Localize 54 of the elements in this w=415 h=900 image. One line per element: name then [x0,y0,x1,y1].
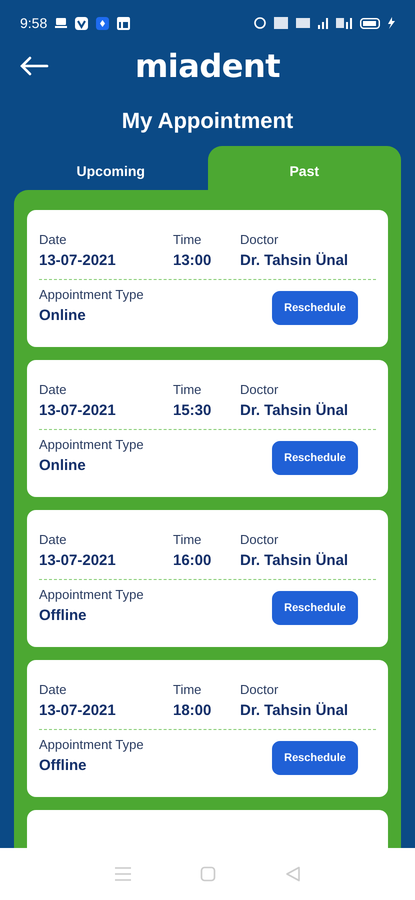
charging-icon [388,17,395,29]
appointment-type: Online [39,307,87,324]
time-value: 16:00 [173,552,212,569]
laptop-icon [55,18,68,28]
field-label: Time [173,232,202,247]
date-value: 13-07-2021 [39,252,117,269]
battery-icon [360,18,380,28]
time-value: 15:30 [173,402,212,419]
field-label: Doctor [240,382,280,397]
back-triangle-icon[interactable] [284,866,301,882]
time-value: 18:00 [173,702,212,719]
field-label: Time [173,382,202,397]
app-notification-icon [75,16,88,30]
field-label: Appointment Type [39,737,145,752]
date-value: 13-07-2021 [39,552,117,569]
field-label: Appointment Type [39,437,145,452]
reschedule-button[interactable]: Reschedule [272,741,358,775]
doctor-name: Dr. Tahsin Ünal [240,702,348,719]
status-time: 9:58 [20,15,48,31]
back-arrow-icon[interactable] [19,56,49,76]
doctor-name: Dr. Tahsin Ünal [240,402,348,419]
appointment-type: Offline [39,607,88,624]
field-label: Doctor [240,532,280,547]
signal-icon [336,18,352,28]
page-title: My Appointment [120,108,294,134]
field-label: Doctor [240,232,280,247]
appointment-type: Online [39,457,87,474]
date-value: 13-07-2021 [39,402,117,419]
appointment-type: Offline [39,757,88,774]
app-notification-icon [117,16,130,30]
field-label: Appointment Type [39,587,145,602]
menu-icon[interactable] [114,866,132,882]
field-label: Date [39,682,68,697]
date-value: 13-07-2021 [39,702,117,719]
reschedule-button[interactable]: Reschedule [272,441,358,475]
home-square-icon[interactable] [200,866,216,882]
field-label: Date [39,382,68,397]
alarm-icon [254,17,266,29]
app-logo: miadent [134,47,280,85]
field-label: Appointment Type [39,287,145,302]
field-label: Time [173,682,202,697]
signal-icon [318,18,328,28]
field-label: Date [39,232,68,247]
time-value: 13:00 [173,252,212,269]
tab[interactable]: Past [208,146,401,190]
doctor-name: Dr. Tahsin Ünal [240,252,348,269]
tab[interactable]: Upcoming [14,146,208,190]
field-label: Doctor [240,682,280,697]
doctor-name: Dr. Tahsin Ünal [240,552,348,569]
reschedule-button[interactable]: Reschedule [272,591,358,625]
app-notification-icon [96,16,110,30]
field-label: Time [173,532,202,547]
field-label: Date [39,532,68,547]
reschedule-button[interactable]: Reschedule [272,291,358,325]
